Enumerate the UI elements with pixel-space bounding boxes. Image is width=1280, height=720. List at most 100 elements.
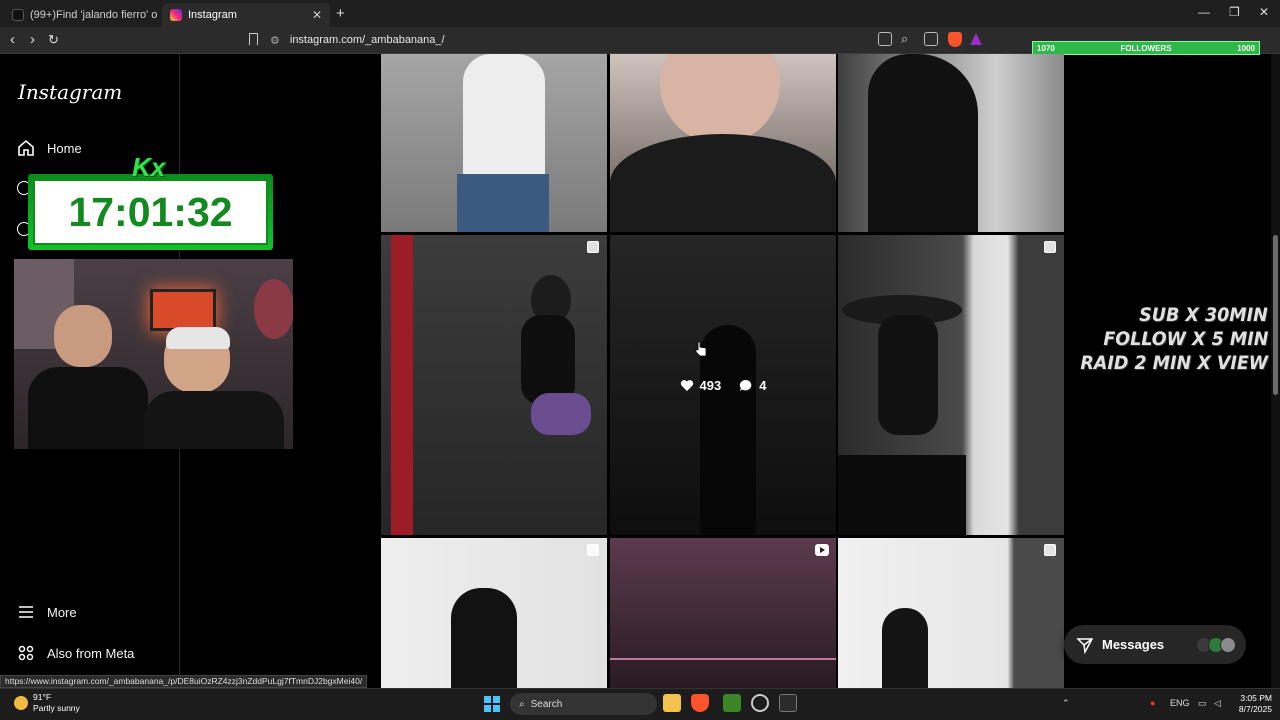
- followers-current: 1070: [1037, 43, 1055, 53]
- post-image: [457, 174, 549, 232]
- network-icon[interactable]: ▭: [1198, 698, 1207, 709]
- post-image: [838, 455, 966, 535]
- clock-date: 8/7/2025: [1238, 704, 1272, 714]
- post-image: [451, 588, 517, 688]
- close-tab-icon[interactable]: ✕: [312, 8, 322, 22]
- webcam-feed: [14, 259, 293, 449]
- weather-widget[interactable]: 91°F Partly sunny: [14, 692, 80, 714]
- post-image: [868, 54, 978, 232]
- clock-time: 3:05 PM: [1240, 693, 1272, 703]
- volume-icon[interactable]: ◁: [1214, 698, 1221, 709]
- bookmark-icon[interactable]: [249, 33, 258, 45]
- brave-icon[interactable]: [691, 694, 709, 712]
- post-4[interactable]: [381, 235, 607, 535]
- post-8[interactable]: [610, 538, 836, 688]
- post-5-hovered[interactable]: 493 4: [610, 235, 836, 535]
- message-avatars: [1196, 636, 1236, 653]
- forward-button[interactable]: ›: [30, 31, 35, 48]
- sidebar-item-label: More: [47, 604, 77, 620]
- weather-desc: Partly sunny: [33, 703, 80, 713]
- kx-logo: Kx: [132, 152, 166, 182]
- reader-icon[interactable]: [878, 32, 892, 46]
- site-settings-icon[interactable]: ⚙: [270, 34, 280, 47]
- post-image: [463, 54, 545, 184]
- sidebar-item-home[interactable]: Home: [16, 138, 82, 158]
- post-image: [391, 235, 413, 535]
- plush-image: [254, 279, 293, 339]
- messages-button[interactable]: Messages: [1064, 625, 1246, 664]
- tab-instagram[interactable]: Instagram ✕: [162, 3, 330, 27]
- taskbar-clock[interactable]: 3:05 PM 8/7/2025: [1232, 693, 1272, 715]
- avatar: [1220, 636, 1236, 653]
- brave-rewards-icon[interactable]: [970, 33, 982, 45]
- back-button[interactable]: ‹: [10, 31, 15, 48]
- messages-label: Messages: [1102, 637, 1165, 652]
- post-image: [521, 315, 575, 405]
- language-indicator[interactable]: ENG: [1170, 698, 1190, 708]
- comment-icon: [740, 379, 752, 391]
- zoom-icon[interactable]: ⌕: [901, 31, 908, 47]
- post-3[interactable]: [838, 54, 1064, 232]
- post-image: [610, 134, 836, 232]
- followers-label: FOLLOWERS: [1120, 43, 1172, 53]
- send-icon: [1076, 637, 1094, 654]
- app-icon[interactable]: [751, 694, 769, 712]
- comments-stat: 4: [739, 378, 766, 393]
- post-9[interactable]: [838, 538, 1064, 688]
- taskbar-search[interactable]: ⌕ Search: [510, 693, 657, 715]
- likes-count: 493: [699, 377, 722, 393]
- carousel-icon: [587, 544, 599, 556]
- stream-rule-raid: RAID 2 MIN X VIEW: [1080, 352, 1268, 374]
- minimize-button[interactable]: —: [1198, 5, 1210, 19]
- comments-count: 4: [759, 377, 767, 393]
- file-explorer-icon[interactable]: [663, 694, 681, 712]
- post-image: [610, 658, 836, 688]
- tab-tiktok[interactable]: (99+)Find 'jalando fierro' on TikTok |: [4, 3, 158, 27]
- carousel-icon: [1044, 241, 1056, 253]
- reload-button[interactable]: ↻: [48, 32, 59, 48]
- reel-icon: [815, 544, 829, 556]
- followers-goal-bar: 1070 FOLLOWERS 1000: [1032, 41, 1260, 55]
- sidebar-item-more[interactable]: More: [16, 602, 77, 622]
- epic-games-icon[interactable]: [779, 694, 797, 712]
- stream-timer: 17:01:32: [28, 174, 273, 250]
- post-2[interactable]: [610, 54, 836, 232]
- post-6[interactable]: [838, 235, 1064, 535]
- post-1[interactable]: [381, 54, 607, 232]
- post-7[interactable]: [381, 538, 607, 688]
- post-image: [878, 315, 938, 435]
- carousel-icon: [1044, 544, 1056, 556]
- search-placeholder: Search: [530, 698, 563, 710]
- search-icon: ⌕: [519, 698, 525, 710]
- home-icon: [16, 138, 36, 158]
- cursor-hand-icon: [695, 341, 707, 357]
- carousel-icon: [587, 241, 599, 253]
- person-left-body: [28, 367, 148, 449]
- person-right-body: [144, 391, 284, 449]
- post-image: [531, 393, 591, 435]
- followers-goal: 1000: [1237, 43, 1255, 53]
- stream-rule-follow: FOLLOW X 5 MIN: [1102, 328, 1268, 350]
- restore-button[interactable]: ❐: [1229, 5, 1240, 19]
- sidebar-item-also-from-meta[interactable]: Also from Meta: [16, 643, 134, 663]
- weather-icon: [14, 696, 28, 710]
- share-icon[interactable]: [924, 32, 938, 46]
- new-tab-button[interactable]: +: [336, 5, 345, 22]
- tray-chevron-icon[interactable]: ⌃: [1062, 698, 1070, 709]
- fireplace-image: [150, 289, 216, 331]
- instagram-logo[interactable]: Instagram: [18, 80, 122, 104]
- minecraft-icon[interactable]: [723, 694, 741, 712]
- cap-image: [166, 327, 230, 349]
- close-window-button[interactable]: ✕: [1259, 5, 1269, 19]
- scrollbar-thumb[interactable]: [1273, 235, 1278, 395]
- menu-icon: [16, 602, 36, 622]
- post-hover-overlay: 493 4: [610, 235, 836, 535]
- likes-stat: 493: [680, 377, 722, 393]
- sidebar-item-label: Also from Meta: [47, 645, 135, 661]
- brave-shield-icon[interactable]: [948, 32, 962, 47]
- post-image: [660, 54, 780, 144]
- person-left-face: [54, 305, 112, 367]
- sidebar-item-label: Home: [47, 140, 82, 156]
- mic-icon[interactable]: ●: [1150, 698, 1155, 708]
- windows-start-icon[interactable]: [484, 696, 500, 712]
